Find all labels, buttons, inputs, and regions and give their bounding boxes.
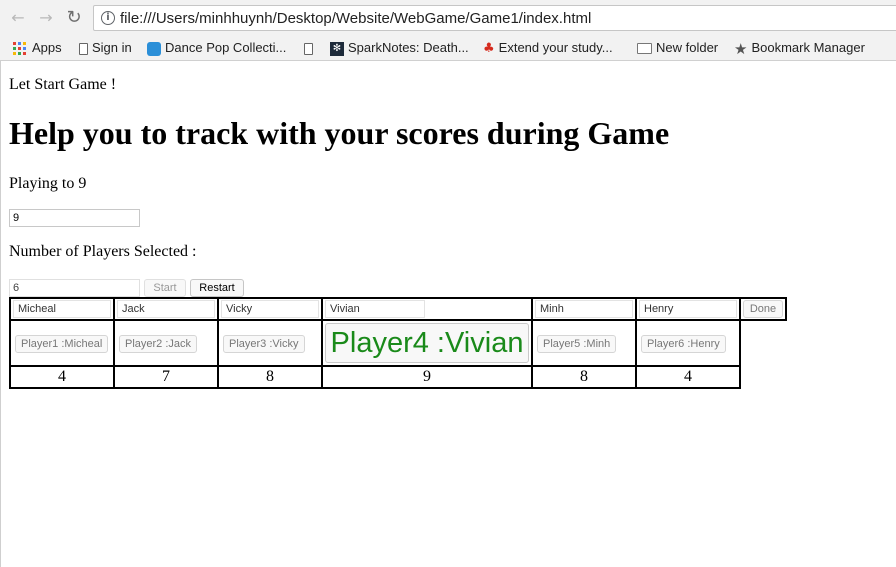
bookmark-label: Bookmark Manager bbox=[751, 40, 865, 55]
bookmark-label: Extend your study... bbox=[498, 40, 613, 55]
player-name-input[interactable] bbox=[535, 300, 633, 318]
player-score-button[interactable]: Player3 :Vicky bbox=[223, 334, 305, 353]
player-score-button[interactable]: Player6 :Henry bbox=[641, 334, 726, 353]
player-button-cell: Player2 :Jack bbox=[113, 319, 219, 367]
player-name-input[interactable] bbox=[13, 300, 111, 318]
bookmark-manager[interactable]: ★ Bookmark Manager bbox=[734, 39, 865, 58]
player-names-row: Done bbox=[9, 297, 787, 321]
player-name-cell bbox=[635, 297, 741, 321]
players-count-input[interactable] bbox=[9, 279, 140, 297]
bookmark-apps[interactable]: Apps bbox=[13, 39, 62, 57]
bookmarks-bar: Apps Sign in Dance Pop Collecti... ✻ Spar… bbox=[0, 36, 896, 61]
player-button-cell: Player1 :Micheal bbox=[9, 319, 115, 367]
player-button-cell: Player4 :Vivian bbox=[321, 319, 533, 367]
score-table: Done Player1 :Micheal Player2 :Jack Play… bbox=[9, 297, 787, 389]
player-score-button[interactable]: Player1 :Micheal bbox=[15, 334, 109, 353]
player-button-cell: Player3 :Vicky bbox=[217, 319, 323, 367]
apps-grid-icon bbox=[13, 42, 26, 56]
info-icon[interactable]: i bbox=[101, 11, 115, 25]
address-bar[interactable]: i file:///Users/minhhuynh/Desktop/Websit… bbox=[93, 5, 896, 31]
winner-player-button[interactable]: Player4 :Vivian bbox=[325, 323, 529, 363]
player-name-input[interactable] bbox=[221, 300, 319, 318]
player-button-cell: Player5 :Minh bbox=[531, 319, 637, 367]
bookmark-sign-in[interactable]: Sign in bbox=[79, 39, 132, 57]
bookmark-label: SparkNotes: Death... bbox=[348, 40, 469, 55]
player-name-cell bbox=[9, 297, 115, 321]
player-score-button[interactable]: Player5 :Minh bbox=[537, 334, 617, 353]
player-scores-row: 4 7 8 9 8 4 bbox=[9, 365, 786, 389]
done-cell: Done bbox=[739, 297, 787, 321]
star-icon: ★ bbox=[734, 39, 748, 58]
player-score: 7 bbox=[113, 365, 219, 389]
forward-arrow-icon[interactable]: → bbox=[37, 9, 55, 27]
dance-pop-icon bbox=[147, 41, 161, 56]
player-score: 4 bbox=[635, 365, 741, 389]
score-limit-input[interactable] bbox=[9, 209, 140, 227]
back-arrow-icon[interactable]: ← bbox=[9, 9, 27, 27]
document-icon bbox=[79, 42, 88, 55]
page-title: Help you to track with your scores durin… bbox=[9, 115, 670, 151]
player-buttons-row: Player1 :Micheal Player2 :Jack Player3 :… bbox=[9, 319, 786, 367]
bookmark-dance-pop[interactable]: Dance Pop Collecti... bbox=[147, 39, 286, 57]
player-name-input[interactable] bbox=[325, 300, 425, 318]
window-edge bbox=[0, 61, 1, 567]
reload-icon[interactable]: ↻ bbox=[65, 9, 83, 27]
bookmark-label: Sign in bbox=[92, 40, 132, 55]
bookmark-new-folder[interactable]: New folder bbox=[637, 39, 718, 57]
player-name-input[interactable] bbox=[117, 300, 215, 318]
bookmark-label: New folder bbox=[656, 40, 719, 55]
player-name-cell bbox=[531, 297, 637, 321]
player-score: 8 bbox=[531, 365, 637, 389]
url-text: file:///Users/minhhuynh/Desktop/Website/… bbox=[120, 10, 592, 27]
bookmark-label: Dance Pop Collecti... bbox=[165, 40, 287, 55]
player-name-cell bbox=[113, 297, 219, 321]
empty-cell bbox=[740, 320, 786, 388]
players-count-label: Number of Players Selected : bbox=[9, 243, 197, 260]
player-name-cell bbox=[321, 297, 533, 321]
folder-icon bbox=[637, 43, 652, 55]
done-button[interactable]: Done bbox=[743, 300, 783, 318]
bookmark-label: Apps bbox=[32, 40, 62, 55]
bookmark-extend-study[interactable]: ♣ Extend your study... bbox=[483, 39, 613, 57]
player-score: 9 bbox=[321, 365, 533, 389]
player-score-button[interactable]: Player2 :Jack bbox=[119, 334, 198, 353]
player-name-input[interactable] bbox=[639, 300, 737, 318]
playing-to-label: Playing to 9 bbox=[9, 175, 87, 192]
player-score: 8 bbox=[217, 365, 323, 389]
document-icon bbox=[304, 42, 313, 55]
start-button[interactable]: Start bbox=[144, 279, 186, 297]
player-name-cell bbox=[217, 297, 323, 321]
restart-button[interactable]: Restart bbox=[190, 279, 244, 297]
intro-text: Let Start Game ! bbox=[9, 76, 117, 93]
player-button-cell: Player6 :Henry bbox=[635, 319, 741, 367]
browser-toolbar: ← → ↻ i file:///Users/minhhuynh/Desktop/… bbox=[0, 0, 896, 36]
player-score: 4 bbox=[9, 365, 115, 389]
sparknotes-icon: ✻ bbox=[330, 41, 344, 56]
maple-leaf-icon: ♣ bbox=[483, 40, 495, 56]
bookmark-sparknotes[interactable]: ✻ SparkNotes: Death... bbox=[330, 39, 469, 57]
bookmark-untitled[interactable] bbox=[304, 39, 317, 57]
